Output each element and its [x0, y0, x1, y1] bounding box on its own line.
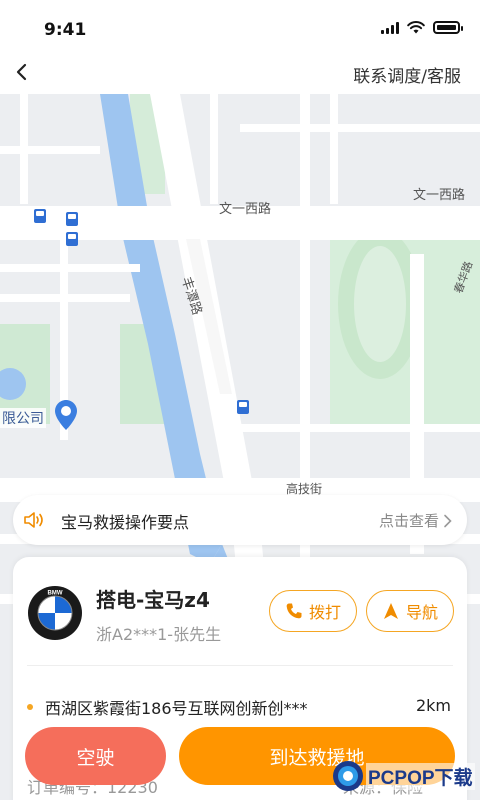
bus-stop-icon[interactable]: [237, 400, 249, 414]
poi-label: 限公司: [0, 408, 46, 428]
nav-bar: 联系调度/客服: [0, 52, 480, 94]
road-label: 文一西路: [219, 202, 272, 217]
navigate-button[interactable]: 导航: [366, 590, 454, 632]
plate-customer: 浙A2***1-张先生: [96, 625, 222, 644]
back-button[interactable]: [8, 58, 36, 86]
svg-text:BMW: BMW: [48, 591, 63, 597]
phone-icon: [286, 603, 302, 619]
navigation-arrow-icon: [383, 603, 398, 619]
rescue-address: 西湖区紫霞街186号互联网创新创***: [45, 699, 308, 718]
status-time: 9:41: [44, 20, 87, 40]
status-icons: [381, 21, 463, 34]
call-button[interactable]: 拨打: [269, 590, 357, 632]
chevron-left-icon: [16, 63, 27, 81]
battery-icon: [433, 21, 463, 34]
speaker-icon: [24, 512, 43, 528]
bus-stop-icon[interactable]: [66, 212, 78, 226]
pcpop-logo-icon: [333, 761, 363, 791]
empty-trip-button[interactable]: 空驶: [25, 727, 166, 785]
signal-icon: [381, 21, 399, 34]
bmw-logo: BMW: [28, 586, 82, 640]
watermark-text: PCPOP下载: [366, 762, 475, 790]
chevron-right-icon: [444, 514, 452, 527]
view-tips-link[interactable]: 点击查看: [379, 510, 453, 531]
navigate-label: 导航: [405, 603, 438, 622]
bus-stop-icon[interactable]: [66, 232, 78, 246]
address-dot: [27, 704, 33, 710]
service-title: 搭电-宝马z4: [96, 588, 210, 612]
road-label: 文一西路: [413, 188, 466, 203]
status-bar: 9:41: [0, 0, 480, 52]
contact-dispatch-link[interactable]: 联系调度/客服: [353, 62, 461, 87]
tip-title: 宝马救援操作要点: [61, 513, 190, 532]
call-label: 拨打: [308, 603, 341, 622]
rescue-tip-bar[interactable]: 宝马救援操作要点 点击查看: [13, 495, 467, 545]
bus-stop-icon[interactable]: [34, 209, 46, 223]
watermark: PCPOP下载: [332, 756, 475, 796]
location-pin-icon[interactable]: [55, 400, 77, 430]
wifi-icon: [407, 21, 425, 34]
view-tips-label: 点击查看: [378, 512, 439, 530]
distance: 2km: [415, 696, 451, 715]
divider: [27, 665, 453, 666]
